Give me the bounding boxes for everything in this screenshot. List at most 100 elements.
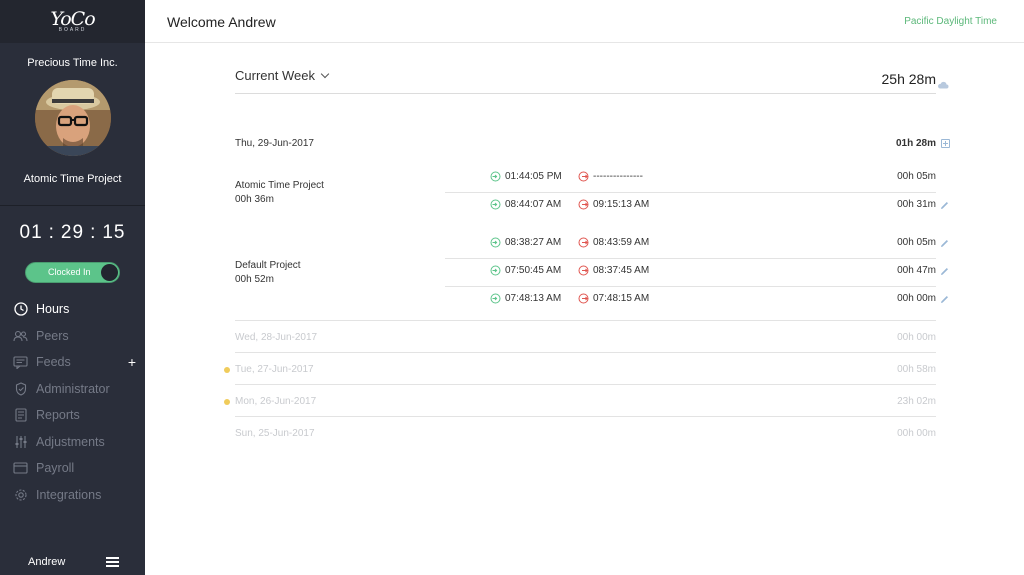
day-row[interactable]: Mon, 26-Jun-2017 23h 02m bbox=[224, 385, 936, 417]
clock-in-icon bbox=[490, 293, 501, 307]
shield-icon bbox=[13, 381, 28, 396]
entry-duration: 00h 05m bbox=[897, 171, 936, 182]
peers-icon bbox=[13, 328, 28, 343]
hours-panel: Current Week 25h 28m Thu, 29-Jun-2017 01… bbox=[224, 43, 950, 439]
project-name: Atomic Time Project bbox=[235, 180, 324, 191]
nav-item-administrator[interactable]: Administrator bbox=[0, 376, 145, 403]
toggle-knob bbox=[101, 264, 118, 281]
nav-item-hours[interactable]: Hours bbox=[0, 296, 145, 323]
project-total: 00h 36m bbox=[235, 194, 274, 205]
clock-out-time: 07:48:15 AM bbox=[593, 293, 650, 304]
clock-out-icon bbox=[578, 293, 589, 307]
nav-item-peers[interactable]: Peers bbox=[0, 323, 145, 350]
entry-duration: 00h 47m bbox=[897, 265, 936, 276]
add-feed-plus-icon[interactable]: + bbox=[128, 354, 136, 370]
clock-out-time: 09:15:13 AM bbox=[593, 199, 650, 210]
card-icon bbox=[13, 461, 28, 476]
clock-out-time: --------------- bbox=[593, 171, 643, 182]
clock-out-icon bbox=[578, 171, 589, 185]
user-name[interactable]: Andrew bbox=[28, 556, 65, 568]
day-row[interactable]: Sun, 25-Jun-2017 00h 00m bbox=[235, 417, 936, 449]
day-total: 00h 00m bbox=[897, 332, 936, 343]
time-entry[interactable]: 07:50:45 AM 08:37:45 AM 00h 47m bbox=[445, 259, 948, 287]
timezone-label[interactable]: Pacific Daylight Time bbox=[904, 16, 997, 27]
logo[interactable]: YoCo BOARD bbox=[50, 10, 95, 33]
time-entry[interactable]: 08:44:07 AM 09:15:13 AM 00h 31m bbox=[445, 193, 948, 221]
clock-out-time: 08:43:59 AM bbox=[593, 237, 650, 248]
chevron-down-icon bbox=[320, 69, 330, 78]
edit-pencil-icon[interactable] bbox=[940, 201, 949, 213]
week-row: Current Week 25h 28m bbox=[235, 43, 949, 94]
project-name: Default Project bbox=[235, 260, 301, 271]
nav-label: Payroll bbox=[36, 461, 75, 476]
nav-item-adjustments[interactable]: Adjustments bbox=[0, 429, 145, 456]
entry-duration: 00h 00m bbox=[897, 293, 936, 304]
day-total: 00h 58m bbox=[897, 364, 936, 375]
project-total: 00h 52m bbox=[235, 274, 274, 285]
day-header-today: Thu, 29-Jun-2017 01h 28m bbox=[235, 138, 950, 152]
gear-icon bbox=[13, 487, 28, 502]
nav-item-reports[interactable]: Reports bbox=[0, 402, 145, 429]
timer-seconds: 15 bbox=[102, 222, 126, 243]
project-atomic: Atomic Time Project 00h 36m bbox=[235, 179, 324, 207]
project-default: Default Project 00h 52m bbox=[235, 259, 301, 287]
sidebar: YoCo BOARD Precious Time Inc. Atomic Tim… bbox=[0, 0, 145, 575]
sidebar-nav: Hours Peers Feeds + Administrator Report… bbox=[0, 296, 145, 508]
nav-item-feeds[interactable]: Feeds + bbox=[0, 349, 145, 376]
clock-in-time: 08:44:07 AM bbox=[505, 199, 562, 210]
nav-item-integrations[interactable]: Integrations bbox=[0, 482, 145, 509]
nav-label: Adjustments bbox=[36, 434, 105, 449]
menu-icon[interactable] bbox=[106, 557, 119, 567]
clock-in-icon bbox=[490, 199, 501, 213]
week-dropdown[interactable]: Current Week bbox=[235, 68, 330, 83]
clock-in-time: 01:44:05 PM bbox=[505, 171, 562, 182]
timer-hours: 01 bbox=[19, 222, 43, 243]
reports-icon bbox=[13, 408, 28, 423]
nav-label: Administrator bbox=[36, 381, 110, 396]
current-project: Atomic Time Project bbox=[23, 173, 122, 185]
time-entry[interactable]: 08:38:27 AM 08:43:59 AM 00h 05m bbox=[445, 231, 948, 259]
flag-dot-icon bbox=[224, 399, 230, 405]
sliders-icon bbox=[13, 434, 28, 449]
entry-duration: 00h 05m bbox=[897, 237, 936, 248]
time-entry[interactable]: 01:44:05 PM --------------- 00h 05m bbox=[445, 165, 936, 193]
nav-item-payroll[interactable]: Payroll bbox=[0, 455, 145, 482]
week-total: 25h 28m bbox=[881, 71, 936, 87]
time-entry[interactable]: 07:48:13 AM 07:48:15 AM 00h 00m bbox=[445, 287, 948, 315]
nav-label: Integrations bbox=[36, 487, 102, 502]
clock-toggle[interactable]: Clocked In bbox=[25, 262, 120, 283]
clock-out-icon bbox=[578, 265, 589, 279]
nav-label: Feeds bbox=[36, 355, 71, 370]
clock-in-time: 07:48:13 AM bbox=[505, 293, 562, 304]
week-dropdown-label: Current Week bbox=[235, 68, 315, 83]
clock-in-icon bbox=[490, 265, 501, 279]
day-date: Thu, 29-Jun-2017 bbox=[235, 138, 314, 149]
feeds-icon bbox=[13, 355, 28, 370]
flag-dot-icon bbox=[224, 367, 230, 373]
nav-label: Hours bbox=[36, 302, 70, 317]
edit-pencil-icon[interactable] bbox=[940, 295, 949, 307]
day-date: Wed, 28-Jun-2017 bbox=[235, 332, 318, 343]
timer-separator: : bbox=[48, 222, 55, 243]
avatar[interactable] bbox=[34, 80, 111, 156]
day-date: Sun, 25-Jun-2017 bbox=[235, 428, 315, 439]
edit-pencil-icon[interactable] bbox=[940, 239, 949, 251]
nav-label: Reports bbox=[36, 408, 80, 423]
elapsed-timer: 01 : 29 : 15 bbox=[0, 222, 145, 244]
sidebar-divider bbox=[0, 205, 145, 206]
edit-pencil-icon[interactable] bbox=[940, 267, 949, 279]
add-entry-plus-icon[interactable] bbox=[941, 139, 950, 148]
day-row[interactable]: Tue, 27-Jun-2017 00h 58m bbox=[224, 353, 936, 385]
clock-status-label: Clocked In bbox=[48, 267, 91, 277]
clock-in-icon bbox=[490, 237, 501, 251]
day-date: Mon, 26-Jun-2017 bbox=[235, 396, 317, 407]
clock-out-icon bbox=[578, 237, 589, 251]
day-total: 00h 00m bbox=[897, 428, 936, 439]
timer-separator: : bbox=[90, 222, 97, 243]
day-total: 01h 28m bbox=[895, 138, 936, 149]
cloud-icon[interactable] bbox=[937, 76, 949, 94]
clock-out-time: 08:37:45 AM bbox=[593, 265, 650, 276]
clock-out-icon bbox=[578, 199, 589, 213]
clock-in-time: 07:50:45 AM bbox=[505, 265, 562, 276]
day-row[interactable]: Wed, 28-Jun-2017 00h 00m bbox=[235, 321, 936, 353]
